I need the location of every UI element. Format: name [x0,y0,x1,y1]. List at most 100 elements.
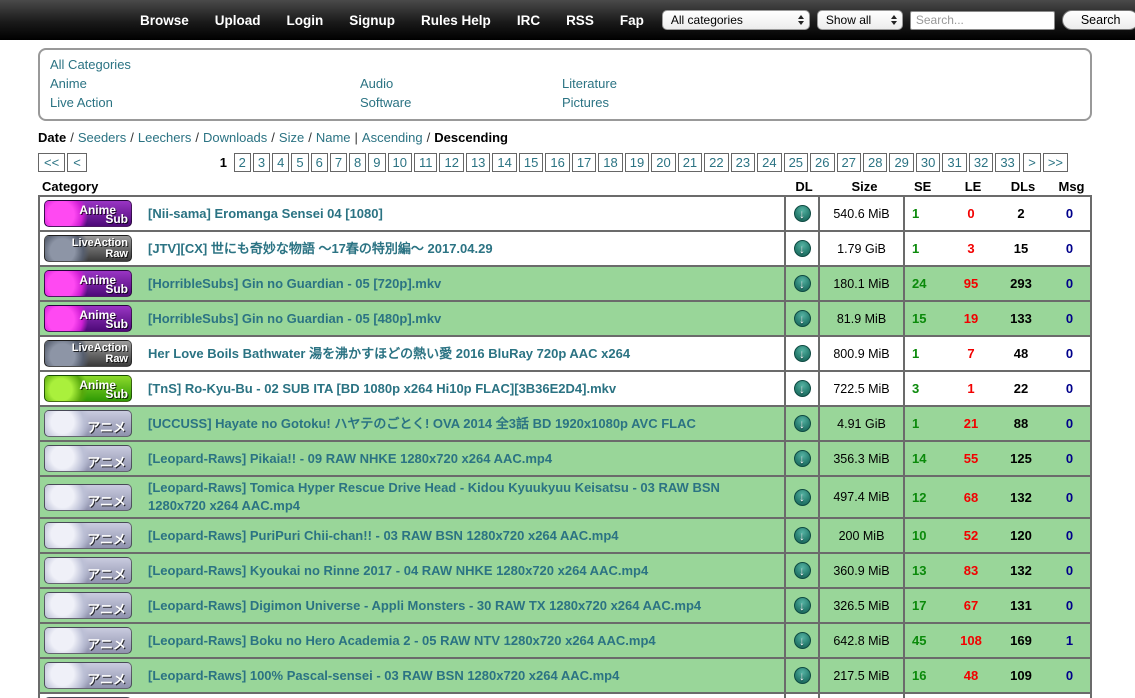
next-page-button[interactable]: > [1023,153,1041,172]
category-link-all-categories[interactable]: All Categories [50,55,360,74]
page-link-29[interactable]: 29 [889,153,913,172]
page-link-27[interactable]: 27 [837,153,861,172]
category-badge-anime-sub[interactable]: Anime Sub [44,200,132,227]
search-input[interactable] [910,11,1055,30]
page-link-28[interactable]: 28 [863,153,887,172]
first-page-button[interactable]: << [38,153,65,172]
category-link-pictures[interactable]: Pictures [562,93,617,112]
page-link-22[interactable]: 22 [704,153,728,172]
download-icon[interactable]: ↓ [794,380,811,397]
torrent-title-link[interactable]: [HorribleSubs] Gin no Guardian - 05 [720… [148,276,441,291]
download-icon[interactable]: ↓ [794,450,811,467]
nav-link-fap[interactable]: Fap [620,13,644,28]
torrent-title-link[interactable]: [TnS] Ro-Kyu-Bu - 02 SUB ITA [BD 1080p x… [148,381,616,396]
nav-link-signup[interactable]: Signup [349,13,395,28]
download-icon[interactable]: ↓ [794,597,811,614]
page-link-14[interactable]: 14 [492,153,516,172]
nav-link-browse[interactable]: Browse [140,13,189,28]
nav-link-rss[interactable]: RSS [566,13,594,28]
category-badge-anime-raw[interactable]: アニメ [44,522,132,549]
page-link-26[interactable]: 26 [810,153,834,172]
page-link-23[interactable]: 23 [731,153,755,172]
category-link-software[interactable]: Software [360,93,562,112]
category-badge-anime-raw[interactable]: アニメ [44,627,132,654]
torrent-title-link[interactable]: [Leopard-Raws] Tomica Hyper Rescue Drive… [148,480,720,513]
download-icon[interactable]: ↓ [794,667,811,684]
category-link-live-action[interactable]: Live Action [50,93,360,112]
category-badge-anime-sub[interactable]: Anime Sub [44,305,132,332]
sort-link-leechers[interactable]: Leechers [138,130,191,145]
torrent-title-link[interactable]: [Nii-sama] Eromanga Sensei 04 [1080] [148,206,383,221]
page-link-4[interactable]: 4 [272,153,289,172]
torrent-title-link[interactable]: [Leopard-Raws] 100% Pascal-sensei - 03 R… [148,668,619,683]
download-icon[interactable]: ↓ [794,415,811,432]
page-link-32[interactable]: 32 [969,153,993,172]
download-icon[interactable]: ↓ [794,632,811,649]
nav-link-upload[interactable]: Upload [215,13,261,28]
category-badge-anime-raw[interactable]: アニメ [44,557,132,584]
page-link-5[interactable]: 5 [291,153,308,172]
page-link-18[interactable]: 18 [598,153,622,172]
download-icon[interactable]: ↓ [794,310,811,327]
category-badge-anime-sub-green[interactable]: Anime Sub [44,375,132,402]
last-page-button[interactable]: >> [1043,153,1068,172]
sort-link-size[interactable]: Size [279,130,304,145]
category-badge-liveaction-raw[interactable]: LiveAction Raw [44,340,132,367]
nav-link-login[interactable]: Login [287,13,324,28]
download-icon[interactable]: ↓ [794,275,811,292]
filter-select[interactable]: Show all [817,10,903,30]
category-badge-anime-raw[interactable]: アニメ [44,445,132,472]
nav-link-irc[interactable]: IRC [517,13,540,28]
category-badge-anime-raw[interactable]: アニメ [44,662,132,689]
page-link-25[interactable]: 25 [784,153,808,172]
sort-link-downloads[interactable]: Downloads [203,130,267,145]
page-link-13[interactable]: 13 [466,153,490,172]
download-icon[interactable]: ↓ [794,240,811,257]
torrent-title-link[interactable]: [Leopard-Raws] Kyoukai no Rinne 2017 - 0… [148,563,648,578]
category-badge-anime-raw[interactable]: アニメ [44,484,132,511]
category-badge-liveaction-raw[interactable]: LiveAction Raw [44,235,132,262]
download-icon[interactable]: ↓ [794,345,811,362]
page-link-17[interactable]: 17 [572,153,596,172]
torrent-title-link[interactable]: [HorribleSubs] Gin no Guardian - 05 [480… [148,311,441,326]
page-link-21[interactable]: 21 [678,153,702,172]
torrent-title-link[interactable]: [JTV][CX] 世にも奇妙な物語 ～17春の特別編～ 2017.04.29 [148,241,493,256]
page-link-9[interactable]: 9 [368,153,385,172]
page-link-16[interactable]: 16 [545,153,569,172]
torrent-title-link[interactable]: [Leopard-Raws] Boku no Hero Academia 2 -… [148,633,656,648]
torrent-title-link[interactable]: [Leopard-Raws] Digimon Universe - Appli … [148,598,701,613]
download-icon[interactable]: ↓ [794,527,811,544]
page-link-30[interactable]: 30 [916,153,940,172]
torrent-title-link[interactable]: Her Love Boils Bathwater 湯を沸かすほどの熱い愛 201… [148,346,630,361]
download-icon[interactable]: ↓ [794,562,811,579]
torrent-title-link[interactable]: [Leopard-Raws] PuriPuri Chii-chan!! - 03… [148,528,619,543]
page-link-6[interactable]: 6 [311,153,328,172]
page-link-10[interactable]: 10 [388,153,412,172]
page-link-15[interactable]: 15 [519,153,543,172]
page-link-8[interactable]: 8 [349,153,366,172]
torrent-title-link[interactable]: [UCCUSS] Hayate no Gotoku! ハヤテのごとく! OVA … [148,416,696,431]
category-badge-anime-raw[interactable]: アニメ [44,410,132,437]
page-link-7[interactable]: 7 [330,153,347,172]
download-icon[interactable]: ↓ [794,489,811,506]
search-button[interactable]: Search [1062,10,1135,30]
page-link-12[interactable]: 12 [439,153,463,172]
page-link-24[interactable]: 24 [757,153,781,172]
prev-page-button[interactable]: < [67,153,87,172]
category-badge-anime-sub[interactable]: Anime Sub [44,270,132,297]
sort-link-seeders[interactable]: Seeders [78,130,126,145]
sort-link-ascending[interactable]: Ascending [362,130,423,145]
nav-link-rules-help[interactable]: Rules Help [421,13,491,28]
page-link-20[interactable]: 20 [651,153,675,172]
page-link-3[interactable]: 3 [253,153,270,172]
sort-link-name[interactable]: Name [316,130,351,145]
page-link-2[interactable]: 2 [234,153,251,172]
torrent-title-link[interactable]: [Leopard-Raws] Pikaia!! - 09 RAW NHKE 12… [148,451,552,466]
category-link-audio[interactable]: Audio [360,74,562,93]
page-link-19[interactable]: 19 [625,153,649,172]
category-badge-anime-raw[interactable]: アニメ [44,592,132,619]
page-link-31[interactable]: 31 [942,153,966,172]
category-link-anime[interactable]: Anime [50,74,360,93]
download-icon[interactable]: ↓ [794,205,811,222]
page-link-11[interactable]: 11 [414,153,438,172]
